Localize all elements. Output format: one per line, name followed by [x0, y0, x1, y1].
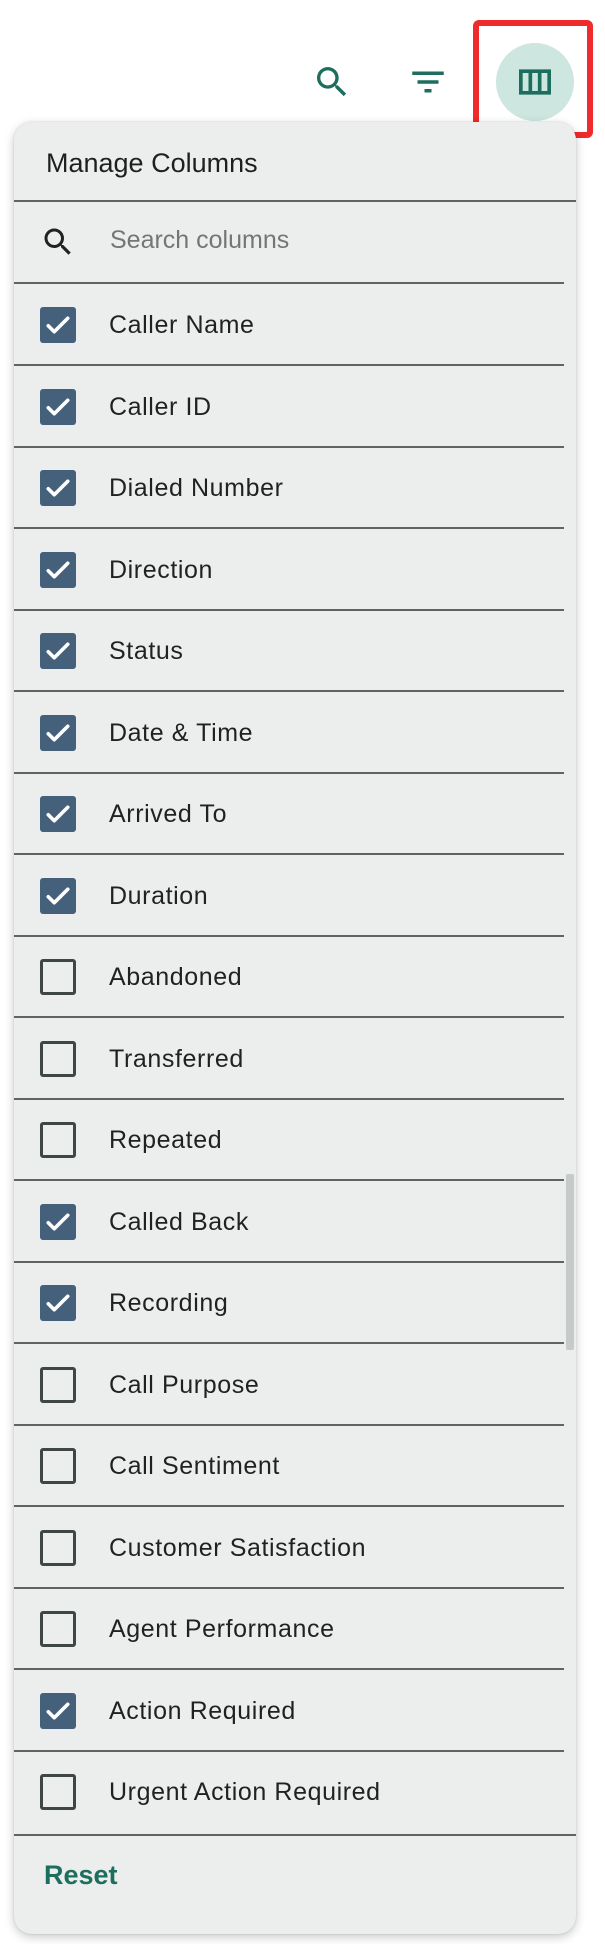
checkbox-checked[interactable] — [40, 1204, 76, 1240]
column-option-row[interactable]: Called Back — [14, 1181, 564, 1263]
search-button[interactable] — [300, 50, 364, 114]
checkbox-unchecked[interactable] — [40, 1530, 76, 1566]
checkbox-checked[interactable] — [40, 1285, 76, 1321]
check-icon — [46, 1213, 70, 1231]
column-option-row[interactable]: Customer Satisfaction — [14, 1507, 564, 1589]
checkbox-unchecked[interactable] — [40, 1367, 76, 1403]
check-icon — [46, 1702, 70, 1720]
column-option-label: Dialed Number — [109, 474, 284, 502]
filter-icon — [412, 71, 444, 93]
column-option-label: Action Required — [109, 1697, 296, 1725]
check-icon — [46, 887, 70, 905]
checkbox-checked[interactable] — [40, 470, 76, 506]
checkbox-unchecked[interactable] — [40, 1611, 76, 1647]
column-option-row[interactable]: Recording — [14, 1262, 564, 1344]
column-option-label: Date & Time — [109, 719, 254, 747]
column-option-label: Called Back — [109, 1208, 249, 1236]
checkbox-checked[interactable] — [40, 715, 76, 751]
column-option-label: Status — [109, 637, 184, 665]
column-option-label: Urgent Action Required — [109, 1778, 381, 1806]
checkbox-unchecked[interactable] — [40, 1448, 76, 1484]
column-option-row[interactable]: Arrived To — [14, 773, 564, 855]
check-icon — [46, 479, 70, 497]
column-option-label: Repeated — [109, 1126, 223, 1154]
column-option-label: Recording — [109, 1289, 229, 1317]
column-option-label: Abandoned — [109, 963, 243, 991]
checkbox-unchecked[interactable] — [40, 1041, 76, 1077]
checkbox-checked[interactable] — [40, 1693, 76, 1729]
column-option-row[interactable]: Caller ID — [14, 366, 564, 448]
column-option-label: Caller Name — [109, 311, 255, 339]
column-option-row[interactable]: Urgent Action Required — [14, 1751, 564, 1833]
column-option-label: Call Sentiment — [109, 1452, 280, 1480]
column-option-row[interactable]: Repeated — [14, 1099, 564, 1181]
column-option-row[interactable]: Abandoned — [14, 936, 564, 1018]
column-option-label: Arrived To — [109, 800, 228, 828]
footer-divider — [14, 1834, 576, 1836]
checkbox-checked[interactable] — [40, 307, 76, 343]
check-icon — [46, 398, 70, 416]
column-option-row[interactable]: Dialed Number — [14, 447, 564, 529]
column-option-row[interactable]: Call Purpose — [14, 1344, 564, 1426]
reset-button[interactable]: Reset — [44, 1860, 118, 1891]
search-row — [14, 202, 576, 282]
column-option-label: Transferred — [109, 1045, 244, 1073]
checkbox-unchecked[interactable] — [40, 1774, 76, 1810]
checkbox-checked[interactable] — [40, 389, 76, 425]
column-option-label: Direction — [109, 556, 214, 584]
manage-columns-panel: Manage Columns Caller Name Caller ID Diale… — [14, 122, 576, 1934]
view-columns-icon — [519, 69, 551, 95]
manage-columns-button[interactable] — [496, 43, 574, 121]
column-option-label: Duration — [109, 882, 209, 910]
column-option-row[interactable]: Date & Time — [14, 692, 564, 774]
check-icon — [46, 642, 70, 660]
column-option-row[interactable]: Caller Name — [14, 284, 564, 366]
column-option-label: Call Purpose — [109, 1371, 260, 1399]
column-option-row[interactable]: Action Required — [14, 1670, 564, 1752]
scrollbar[interactable] — [566, 1174, 574, 1350]
column-option-label: Caller ID — [109, 393, 212, 421]
column-option-row[interactable]: Call Sentiment — [14, 1425, 564, 1507]
panel-title: Manage Columns — [46, 148, 258, 178]
filter-button[interactable] — [396, 50, 460, 114]
search-columns-input[interactable] — [110, 226, 510, 255]
check-icon — [46, 724, 70, 742]
checkbox-checked[interactable] — [40, 796, 76, 832]
column-option-label: Customer Satisfaction — [109, 1534, 367, 1562]
check-icon — [46, 1294, 70, 1312]
search-icon — [317, 67, 347, 97]
checkbox-unchecked[interactable] — [40, 959, 76, 995]
column-option-label: Agent Performance — [109, 1615, 335, 1643]
check-icon — [46, 316, 70, 334]
column-option-row[interactable]: Duration — [14, 855, 564, 937]
check-icon — [46, 561, 70, 579]
checkbox-checked[interactable] — [40, 878, 76, 914]
checkbox-checked[interactable] — [40, 552, 76, 588]
column-option-row[interactable]: Direction — [14, 529, 564, 611]
column-option-row[interactable]: Agent Performance — [14, 1588, 564, 1670]
column-option-row[interactable]: Transferred — [14, 1018, 564, 1100]
search-columns-icon — [40, 224, 76, 260]
column-option-row[interactable]: Status — [14, 610, 564, 692]
checkbox-checked[interactable] — [40, 633, 76, 669]
check-icon — [46, 805, 70, 823]
checkbox-unchecked[interactable] — [40, 1122, 76, 1158]
